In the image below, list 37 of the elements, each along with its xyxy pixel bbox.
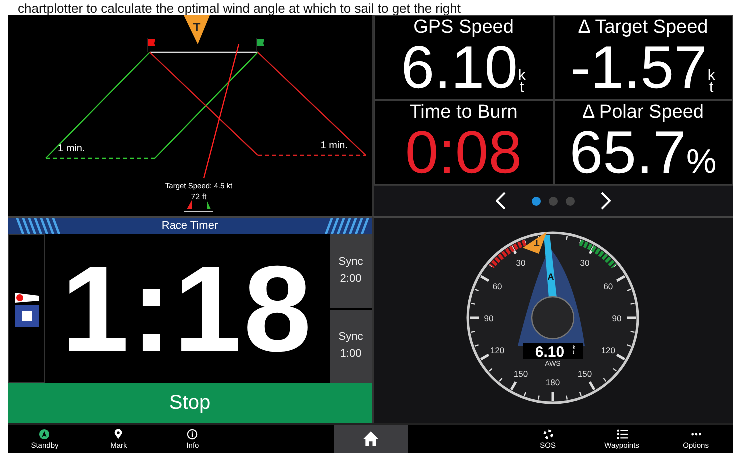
scale-label: 30 xyxy=(516,258,526,268)
sync-button[interactable]: Sync 2:00 xyxy=(330,234,372,308)
tile-title: Δ Polar Speed xyxy=(582,102,704,122)
time-label: 1 min. xyxy=(320,140,348,152)
time-label: 1 min. xyxy=(58,144,86,154)
tile-value: 0:08 xyxy=(405,122,522,182)
tile-title: Time to Burn xyxy=(410,102,518,122)
scale-label: 120 xyxy=(490,346,505,356)
stop-button[interactable]: Stop xyxy=(8,383,372,423)
tile-value: 65.7 xyxy=(570,122,687,182)
target-marker: T xyxy=(184,16,210,44)
scale-label: 90 xyxy=(612,314,622,324)
sync-button[interactable]: Sync 1:00 xyxy=(330,310,372,383)
tile-value: -1.57 xyxy=(570,38,708,98)
tile-value: 6.10 xyxy=(401,38,518,98)
unit-label: kt xyxy=(518,70,526,94)
tile-title: GPS Speed xyxy=(414,18,514,38)
unit-label: kt xyxy=(707,70,716,94)
unit-label: % xyxy=(686,144,717,178)
tile-title: Δ Target Speed xyxy=(578,18,708,38)
scale-label: 60 xyxy=(492,282,502,292)
target-marker: T xyxy=(523,232,547,254)
apparent-wind-needle: A xyxy=(544,235,557,298)
scale-label: 60 xyxy=(604,282,614,292)
panel-title: Race Timer xyxy=(162,220,218,232)
data-tile[interactable]: Time to Burn 0:08 xyxy=(374,100,554,185)
scale-label: 120 xyxy=(601,346,616,356)
distance-label: 72 ft xyxy=(191,192,207,202)
scale-label: 180 xyxy=(546,378,560,388)
scale-label: 90 xyxy=(484,314,494,324)
data-tile[interactable]: Δ Polar Speed 65.7% xyxy=(554,100,733,185)
wind-speed-reading: 6.10 xyxy=(535,344,565,361)
countdown-time: 1:18 xyxy=(60,240,315,378)
scale-label: 30 xyxy=(580,258,590,268)
scale-label: 150 xyxy=(578,368,592,379)
scale-label: 150 xyxy=(514,368,528,379)
caption-text: chartplotter to calculate the optimal wind angle at which to sail to get the right xyxy=(18,1,461,16)
